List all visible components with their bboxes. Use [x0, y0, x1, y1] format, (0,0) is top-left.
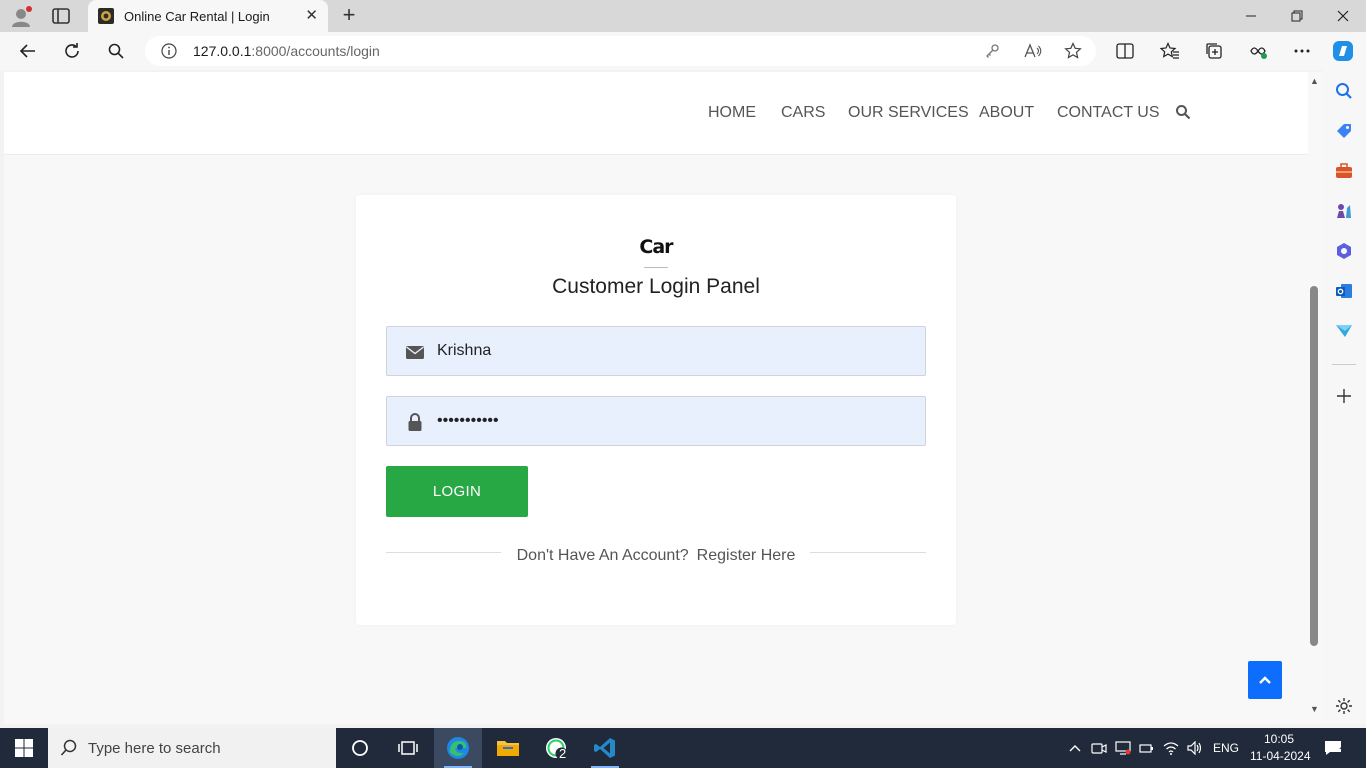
sidebar-add-icon[interactable] [1334, 386, 1354, 406]
tab-title: Online Car Rental | Login [124, 9, 270, 24]
panel-title: Customer Login Panel [552, 275, 760, 298]
notification-count: 1 [1339, 746, 1345, 757]
sidebar-settings-gear-icon[interactable] [1334, 696, 1354, 716]
copilot-icon[interactable] [1331, 39, 1355, 63]
close-window-icon[interactable] [1320, 0, 1366, 32]
restore-icon[interactable] [1274, 0, 1320, 32]
cortana-icon[interactable] [336, 728, 384, 768]
read-aloud-icon[interactable] [1023, 41, 1043, 61]
whatsapp-icon[interactable]: 2 [532, 728, 580, 768]
edge-sidebar [1322, 70, 1366, 724]
taskbar-search-icon [60, 739, 77, 756]
nav-home[interactable]: HOME [708, 104, 756, 122]
nav-contact-us[interactable]: CONTACT US [1057, 104, 1160, 122]
favorite-star-icon[interactable] [1063, 41, 1083, 61]
clock-time[interactable]: 10:05 [1264, 732, 1294, 746]
profile-icon[interactable] [10, 6, 32, 28]
page-viewport: HOME CARS OUR SERVICES ABOUT CONTACT US … [4, 72, 1308, 724]
tools-briefcase-icon[interactable] [1334, 161, 1354, 181]
search-icon[interactable] [104, 39, 128, 63]
windows-start-icon[interactable] [14, 738, 34, 758]
username-field[interactable] [386, 326, 926, 376]
taskbar-search-box[interactable]: Type here to search [48, 728, 336, 768]
site-favicon-icon [98, 8, 114, 24]
site-header: HOME CARS OUR SERVICES ABOUT CONTACT US [4, 72, 1308, 155]
new-tab-icon[interactable]: + [338, 4, 360, 26]
collections-icon[interactable] [1202, 39, 1226, 63]
register-link[interactable]: Register Here [697, 547, 796, 564]
refresh-icon[interactable] [60, 39, 84, 63]
split-screen-icon[interactable] [1113, 39, 1137, 63]
file-explorer-icon[interactable] [484, 728, 532, 768]
username-input[interactable] [437, 327, 917, 375]
minimize-icon[interactable] [1228, 0, 1274, 32]
whatsapp-badge: 2 [559, 746, 567, 761]
envelope-icon [406, 346, 424, 359]
meet-now-icon[interactable] [1090, 739, 1108, 757]
taskbar-search-placeholder: Type here to search [88, 740, 221, 757]
register-row: Don't Have An Account? Register Here [356, 547, 956, 565]
browser-essentials-icon[interactable] [1246, 39, 1270, 63]
favorites-icon[interactable] [1158, 39, 1182, 63]
send-arrow-icon[interactable] [1334, 321, 1354, 341]
logo-underline [644, 267, 668, 268]
url-text: 127.0.0.1:8000/accounts/login [193, 43, 380, 59]
login-card: Car Customer Login Panel LOGIN Don't Hav… [356, 195, 956, 625]
nav-cars[interactable]: CARS [781, 104, 825, 122]
browser-toolbar: 127.0.0.1:8000/accounts/login [0, 32, 1366, 70]
nav-about[interactable]: ABOUT [979, 104, 1034, 122]
scroll-up-arrow-icon[interactable]: ▲ [1310, 76, 1319, 86]
url-host: 127.0.0.1 [193, 43, 252, 59]
site-info-icon[interactable] [161, 43, 177, 59]
tab-actions-icon[interactable] [50, 6, 72, 26]
lock-icon [408, 413, 422, 431]
input-language[interactable]: ENG [1213, 741, 1239, 755]
page-scrollbar[interactable]: ▲ ▼ [1308, 72, 1322, 724]
password-field[interactable] [386, 396, 926, 446]
volume-icon[interactable] [1186, 739, 1204, 757]
sidebar-separator [1332, 364, 1356, 365]
shopping-tag-icon[interactable] [1334, 121, 1354, 141]
chevron-up-icon [1259, 676, 1271, 684]
nav-our-services[interactable]: OUR SERVICES [848, 104, 969, 122]
site-logo: Car [636, 236, 676, 270]
games-chess-icon[interactable] [1334, 201, 1354, 221]
key-icon[interactable] [982, 41, 1002, 61]
sidebar-search-icon[interactable] [1334, 81, 1354, 101]
password-input[interactable] [437, 397, 917, 445]
vscode-icon[interactable] [581, 728, 629, 768]
scroll-to-top-button[interactable] [1248, 661, 1282, 699]
login-button[interactable]: LOGIN [386, 466, 528, 517]
windows-taskbar: Type here to search 2 ENG 10:05 11-04-20… [0, 728, 1366, 768]
scroll-down-arrow-icon[interactable]: ▼ [1310, 704, 1319, 714]
clock-date[interactable]: 11-04-2024 [1250, 749, 1311, 763]
scrollbar-thumb[interactable] [1310, 286, 1318, 646]
show-hidden-icons-chevron-icon[interactable] [1066, 739, 1084, 757]
task-view-icon[interactable] [384, 728, 432, 768]
battery-plug-icon[interactable] [1138, 739, 1156, 757]
tab-close-icon[interactable]: ✕ [305, 8, 318, 24]
microsoft-365-icon[interactable] [1334, 241, 1354, 261]
display-notification-icon[interactable] [1114, 739, 1132, 757]
more-options-icon[interactable] [1290, 39, 1314, 63]
edge-taskbar-icon[interactable] [434, 728, 482, 768]
url-path: :8000/accounts/login [251, 43, 380, 59]
no-account-text: Don't Have An Account? [516, 547, 689, 564]
browser-titlebar: Online Car Rental | Login ✕ + [0, 0, 1366, 32]
address-bar[interactable]: 127.0.0.1:8000/accounts/login [145, 36, 1096, 66]
logo-text: Car [639, 236, 673, 258]
browser-tab[interactable]: Online Car Rental | Login ✕ [88, 0, 328, 32]
outlook-icon[interactable] [1334, 281, 1354, 301]
back-arrow-icon[interactable] [16, 39, 40, 63]
wifi-icon[interactable] [1162, 739, 1180, 757]
site-search-icon[interactable] [1175, 104, 1191, 120]
